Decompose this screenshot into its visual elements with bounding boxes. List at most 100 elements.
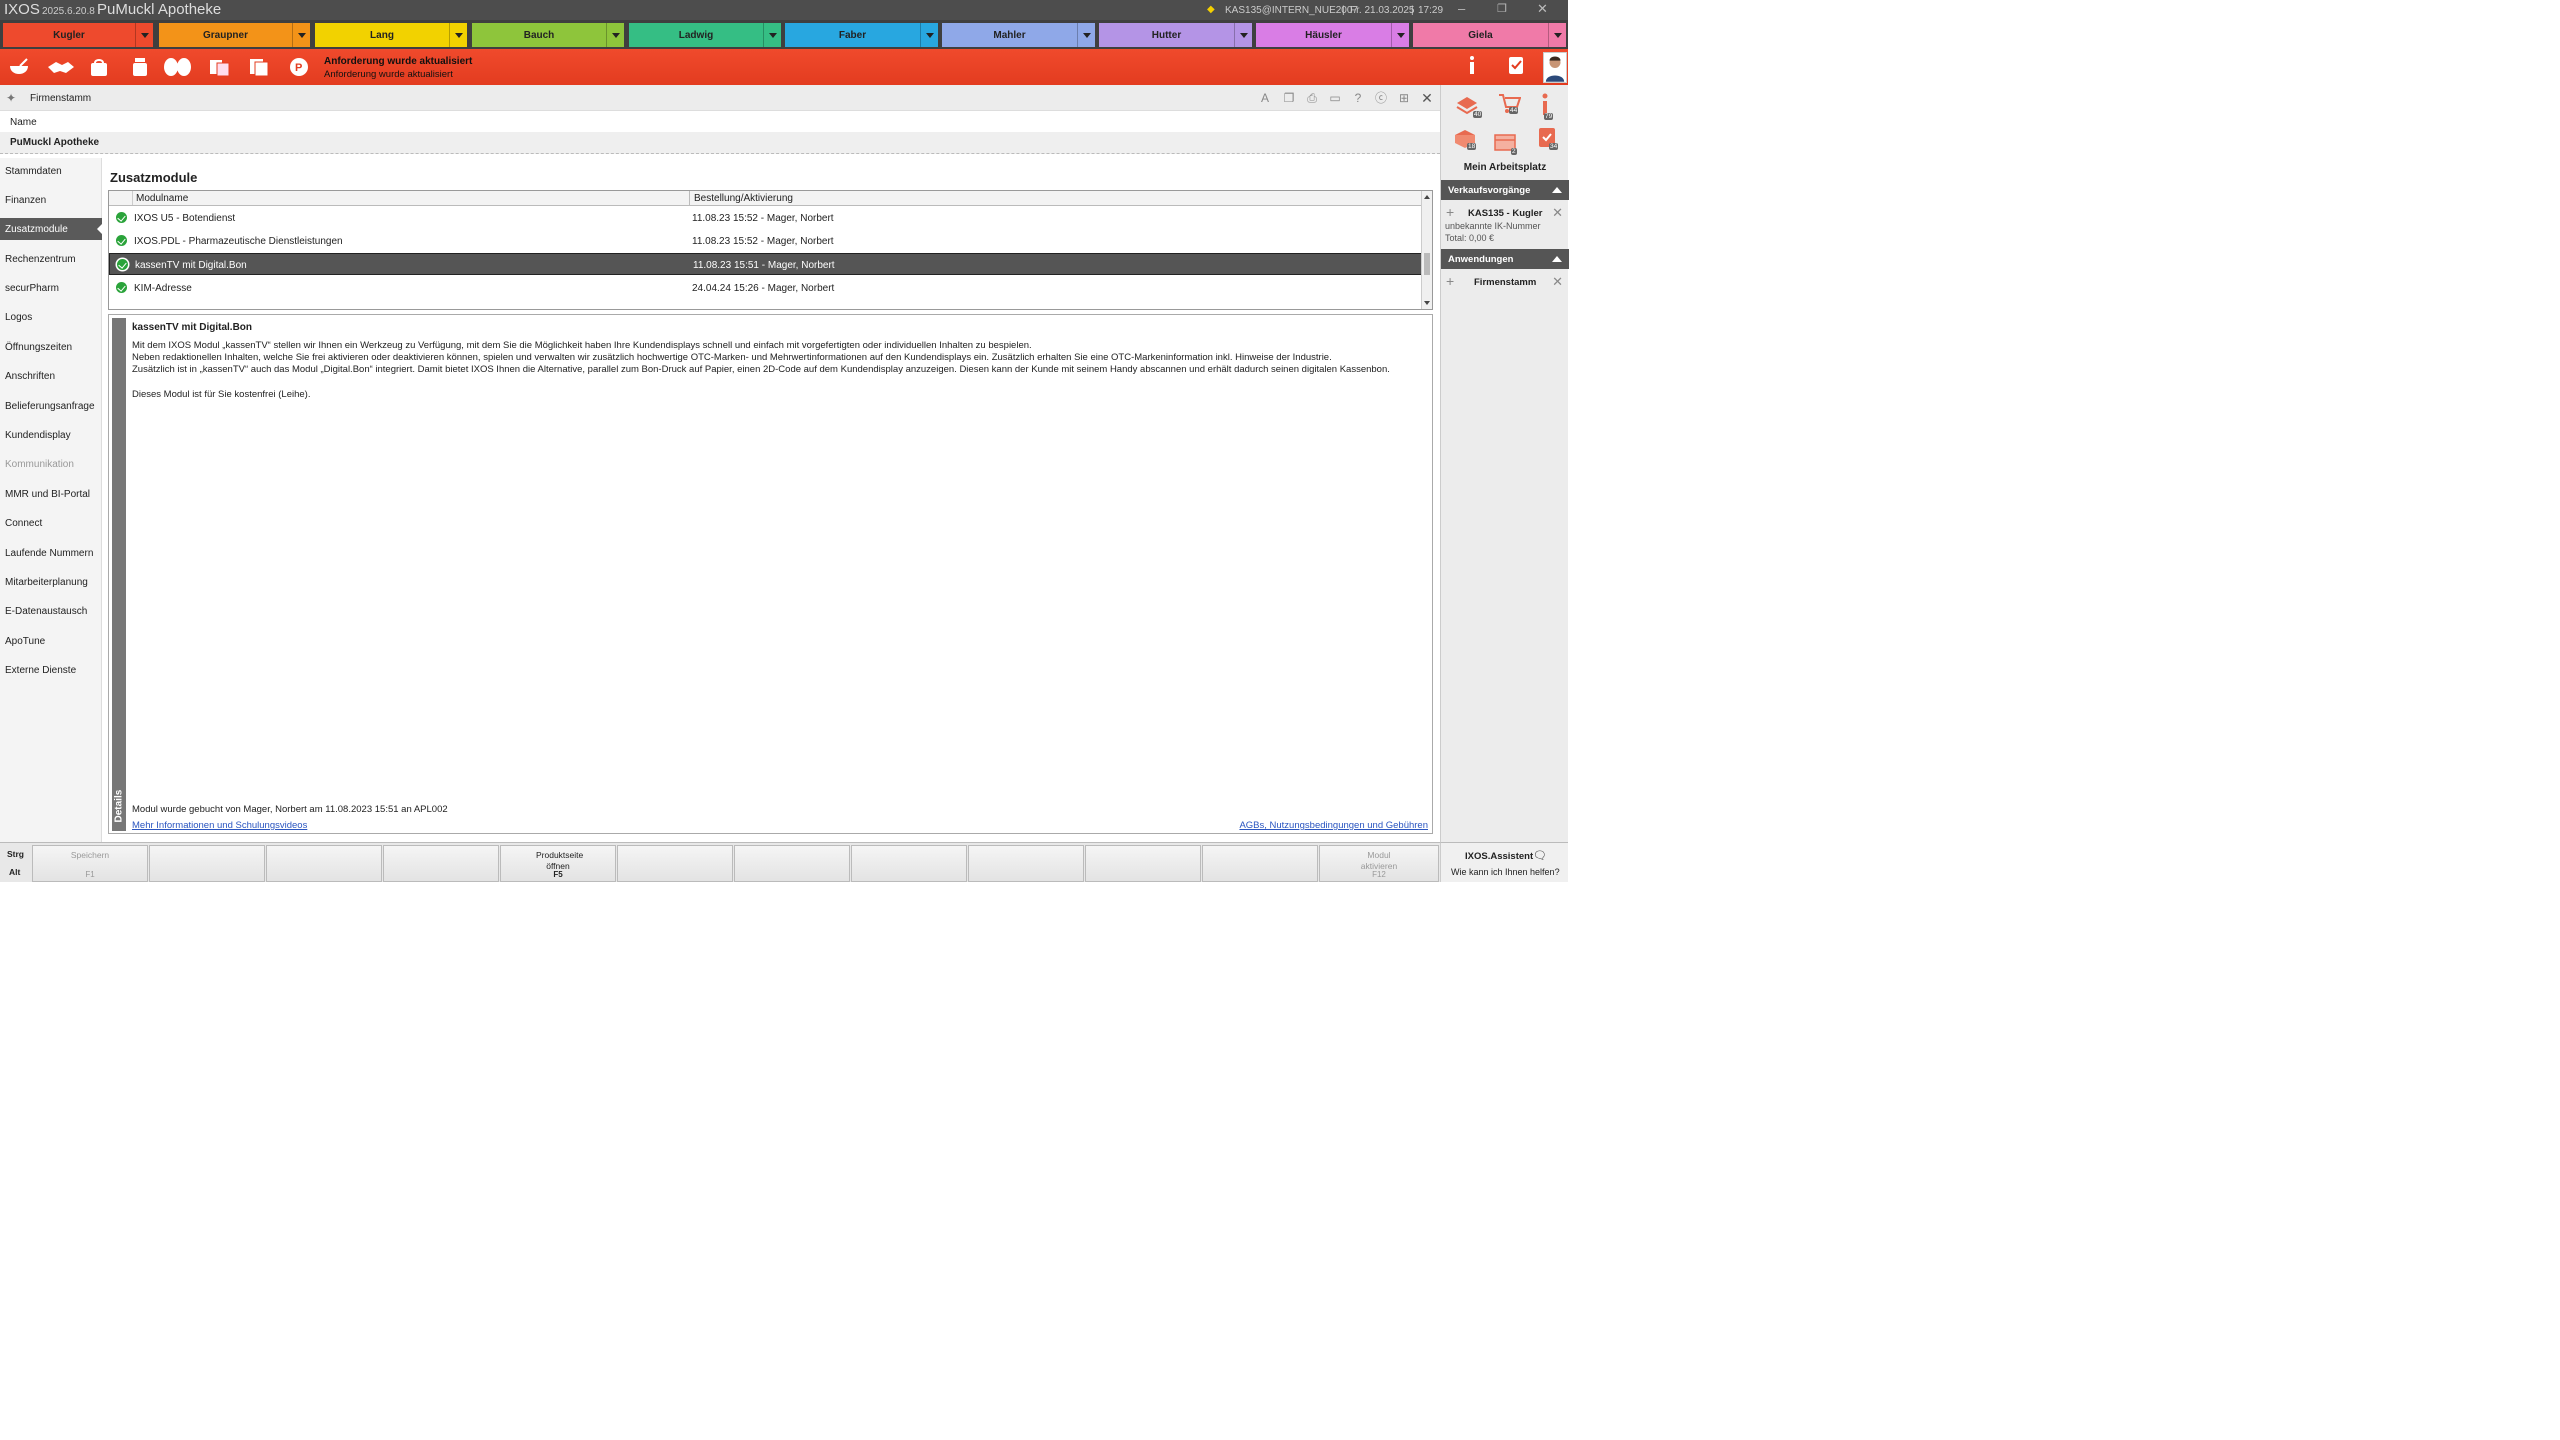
nav-item[interactable]: Anschriften	[0, 365, 102, 387]
fkey-empty[interactable]	[1085, 845, 1201, 882]
boxes-icon[interactable]	[208, 57, 230, 77]
font-size-icon[interactable]: A	[1258, 91, 1272, 105]
user-tab-faber[interactable]: Faber	[785, 23, 938, 47]
scroll-thumb[interactable]	[1424, 253, 1430, 275]
collapse-icon[interactable]	[1552, 187, 1562, 193]
tasks-icon[interactable]	[1505, 55, 1527, 75]
terms-link[interactable]: AGBs, Nutzungsbedingungen und Gebühren	[1239, 820, 1428, 831]
plus-icon[interactable]: +	[1446, 205, 1454, 219]
collapse-icon[interactable]	[1552, 256, 1562, 262]
mortar-icon[interactable]	[8, 57, 30, 77]
nav-item[interactable]: Laufende Nummern	[0, 542, 102, 564]
restore-icon[interactable]: ❐	[1497, 2, 1507, 15]
chevron-down-icon[interactable]	[763, 23, 781, 47]
nav-item[interactable]: Öffnungszeiten	[0, 336, 102, 358]
chevron-down-icon[interactable]	[1548, 23, 1566, 47]
apps-section-header[interactable]: Anwendungen	[1441, 249, 1569, 269]
fkey-empty[interactable]	[266, 845, 382, 882]
nav-item[interactable]: Externe Dienste	[0, 659, 102, 681]
chevron-down-icon[interactable]	[1391, 23, 1409, 47]
fkey-empty[interactable]	[149, 845, 265, 882]
chevron-down-icon[interactable]	[606, 23, 624, 47]
scroll-down-icon[interactable]	[1424, 301, 1430, 305]
fkey-empty[interactable]	[617, 845, 733, 882]
badge: 44	[1509, 107, 1519, 114]
more-info-link[interactable]: Mehr Informationen und Schulungsvideos	[132, 820, 307, 831]
documents-icon[interactable]	[248, 57, 270, 77]
user-tab-graupner[interactable]: Graupner	[159, 23, 310, 47]
nav-item[interactable]: Belieferungsanfrage	[0, 395, 102, 417]
close-icon[interactable]: ✕	[1552, 275, 1563, 288]
plus-icon[interactable]: +	[1446, 274, 1454, 288]
nav-item[interactable]: Stammdaten	[0, 160, 102, 182]
column-header-activation[interactable]: Bestellung/Aktivierung	[694, 193, 793, 204]
user-tab-ladwig[interactable]: Ladwig	[629, 23, 781, 47]
window-header: ✦ Firmenstamm A ❐ ⎙ ▭ ? ⓒ ⊞ ✕	[0, 85, 1440, 111]
nav-item[interactable]: Zusatzmodule	[0, 218, 103, 240]
settings-icon[interactable]: ⊞	[1397, 91, 1411, 105]
chevron-down-icon[interactable]	[292, 23, 310, 47]
nav-item[interactable]: Mitarbeiterplanung	[0, 571, 102, 593]
nav-item[interactable]: Kundendisplay	[0, 424, 102, 446]
user-tab-kugler[interactable]: Kugler	[3, 23, 153, 47]
bottle-icon[interactable]	[129, 57, 151, 77]
sale-item[interactable]: + KAS135 - Kugler ✕ unbekannte IK-Nummer…	[1441, 205, 1569, 246]
nav-item[interactable]: ApoTune	[0, 630, 102, 652]
copy-icon[interactable]: ❐	[1282, 91, 1296, 105]
table-row[interactable]: IXOS U5 - Botendienst 11.08.23 15:52 - Ma…	[109, 207, 1422, 229]
nav-item[interactable]: Kommunikation	[0, 453, 102, 475]
chevron-down-icon[interactable]	[1234, 23, 1252, 47]
table-row[interactable]: IXOS.PDL - Pharmazeutische Dienstleistun…	[109, 230, 1422, 252]
table-row[interactable]: kassenTV mit Digital.Bon 11.08.23 15:51 -…	[109, 253, 1422, 275]
user-tab-bauch[interactable]: Bauch	[472, 23, 624, 47]
user-tab-hutter[interactable]: Hutter	[1099, 23, 1252, 47]
fkey-empty[interactable]	[1202, 845, 1318, 882]
nav-item[interactable]: E-Datenaustausch	[0, 600, 102, 622]
nav-item[interactable]: MMR und BI-Portal	[0, 483, 102, 505]
close-icon[interactable]: ✕	[1552, 206, 1563, 219]
nav-item[interactable]: Finanzen	[0, 189, 102, 211]
print-icon[interactable]: ⎙	[1305, 91, 1319, 105]
chevron-down-icon[interactable]	[449, 23, 467, 47]
user-tab-haeusler[interactable]: Häusler	[1256, 23, 1409, 47]
fkey-empty[interactable]	[383, 845, 499, 882]
tab-label: Kugler	[53, 30, 85, 41]
bag-icon[interactable]	[88, 57, 110, 77]
chevron-down-icon[interactable]	[920, 23, 938, 47]
currency-icon[interactable]: ⓒ	[1374, 91, 1388, 105]
fkey-open-product-page[interactable]: Produktseite öffnen F5	[500, 845, 616, 882]
chevron-down-icon[interactable]	[135, 23, 153, 47]
fkey-empty[interactable]	[734, 845, 850, 882]
close-icon[interactable]: ✕	[1420, 91, 1434, 105]
user-tab-giela[interactable]: Giela	[1413, 23, 1566, 47]
close-icon[interactable]: ✕	[1537, 1, 1548, 17]
sales-section-header[interactable]: Verkaufsvorgänge	[1441, 180, 1569, 200]
minimize-icon[interactable]: –	[1458, 1, 1465, 16]
app-item[interactable]: + Firmenstamm ✕	[1441, 274, 1569, 291]
fkey-empty[interactable]	[968, 845, 1084, 882]
fkey-save[interactable]: Speichern F1	[32, 845, 148, 882]
avatar[interactable]	[1543, 52, 1567, 83]
handshake-icon[interactable]	[46, 57, 76, 77]
help-icon[interactable]: ?	[1351, 91, 1365, 105]
fkey-empty[interactable]	[851, 845, 967, 882]
fkey-shortcut: F12	[1372, 870, 1386, 879]
details-tab[interactable]: Details	[112, 318, 126, 831]
nav-item[interactable]: Connect	[0, 512, 102, 534]
scroll-up-icon[interactable]	[1424, 195, 1430, 199]
nav-item[interactable]: Logos	[0, 306, 102, 328]
user-tab-mahler[interactable]: Mahler	[942, 23, 1095, 47]
assistant-button[interactable]: IXOS.Assistent 🗨 Wie kann ich Ihnen helf…	[1440, 842, 1568, 882]
monitor-icon[interactable]: ▭	[1328, 91, 1342, 105]
chevron-down-icon[interactable]	[1077, 23, 1095, 47]
table-row[interactable]: KIM-Adresse 24.04.24 15:26 - Mager, Norbe…	[109, 277, 1422, 299]
column-header-name[interactable]: Modulname	[136, 193, 188, 204]
nav-item[interactable]: Rechenzentrum	[0, 248, 102, 270]
fkey-activate-module[interactable]: Modul aktivieren F12	[1319, 845, 1439, 882]
info-icon[interactable]	[1464, 55, 1486, 75]
prescription-icon[interactable]: P	[288, 57, 310, 77]
user-tab-lang[interactable]: Lang	[315, 23, 467, 47]
vertical-scrollbar[interactable]	[1421, 191, 1432, 309]
nav-item[interactable]: securPharm	[0, 277, 102, 299]
pills-icon[interactable]	[162, 57, 194, 77]
